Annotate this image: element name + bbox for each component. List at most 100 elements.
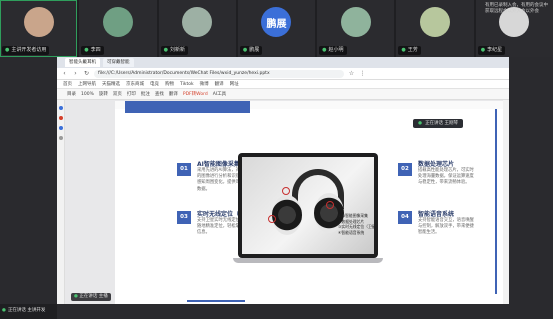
browser-tabbar: 智能头戴耳机 可穿戴智能: [57, 57, 509, 68]
meeting-notice: 有用已录制入会，有用的会议中获取远程会以外入会以外会: [485, 3, 548, 14]
feature-desc: 支持智能语音交互，语音唤醒与控制，解放双手，带来便捷智能生活。: [418, 218, 474, 236]
speaking-tag: ● 正在讲话 主播: [71, 293, 111, 301]
mic-icon: ●: [242, 47, 248, 53]
star-icon[interactable]: ☆: [348, 70, 355, 77]
bookmark-item[interactable]: 网址: [230, 81, 239, 87]
feature-number: 01: [177, 163, 191, 176]
callout-marker: [326, 201, 334, 209]
participant-name-text: 鹏展: [249, 47, 260, 53]
product-laptop-image: ①AI智能图像采集 ②数据处理芯片 ③实时无线定位（卫星） ④智能语音系统: [233, 153, 383, 268]
participant-tile[interactable]: ● 主讲开发者访用: [0, 0, 78, 57]
feature-title: 数据处理芯片: [418, 161, 455, 168]
mic-icon: ●: [163, 47, 168, 53]
pdf-toolbar: 目录 100% 旋转 双页 打印 批注 查找 翻译 PDF转Word AI工具: [57, 89, 509, 100]
participant-name: ● 王芳: [398, 46, 421, 55]
bookmark-item[interactable]: 天猫精选: [102, 81, 120, 87]
bookmarks-bar: 首页 上网导航 天猫精选 京东商城 电竞 购物 Tiktok 微博 翻译 网址: [57, 80, 509, 89]
mic-icon: ●: [418, 121, 423, 126]
pdf-toolbar-item[interactable]: AI工具: [213, 91, 226, 97]
mic-icon: ●: [322, 47, 327, 53]
bookmark-item[interactable]: 翻译: [215, 81, 224, 87]
shared-screen: 智能头戴耳机 可穿戴智能 ‹ › ↻ file:///C:/Users/Admi…: [57, 57, 509, 304]
callout-marker: [268, 215, 276, 223]
participant-name: ● 赵小明: [319, 46, 347, 55]
product-callouts: ①AI智能图像采集 ②数据处理芯片 ③实时无线定位（卫星） ④智能语音系统: [338, 213, 380, 235]
speaker-name: 正在讲话 王刚琴: [425, 121, 458, 126]
rail-dot-icon[interactable]: [58, 126, 63, 130]
bookmark-item[interactable]: 电竞: [150, 81, 159, 87]
mic-icon: ●: [480, 47, 486, 53]
mic-icon: ●: [84, 47, 89, 53]
forward-icon[interactable]: ›: [72, 70, 79, 77]
pdf-toolbar-item[interactable]: 打印: [127, 91, 136, 97]
slide-accent: [125, 101, 250, 113]
mic-icon: ●: [5, 47, 10, 53]
bookmark-item[interactable]: 微博: [200, 81, 209, 87]
feature-number: 02: [398, 163, 412, 176]
pdf-toolbar-item[interactable]: PDF转Word: [183, 91, 208, 97]
participant-tile[interactable]: ● 赵小明: [317, 0, 395, 57]
bookmark-item[interactable]: 上网导航: [78, 81, 96, 87]
pdf-toolbar-item[interactable]: 目录: [67, 91, 76, 97]
callout-label: ③实时无线定位（卫星）: [338, 224, 380, 229]
feature-desc: 搭载高性能处理芯片，可实时处理海量数据，保证运算速度与稳定性，带来流畅体验。: [418, 168, 474, 186]
pdf-toolbar-item[interactable]: 批注: [141, 91, 150, 97]
avatar: [102, 7, 133, 37]
participant-name-text: 主讲开发者访用: [11, 47, 47, 53]
pdf-toolbar-item[interactable]: 查找: [155, 91, 164, 97]
pdf-toolbar-item[interactable]: 100%: [81, 92, 94, 97]
self-preview: ● 正在讲话 主讲开发: [0, 304, 57, 319]
rail-dot-icon[interactable]: [58, 106, 63, 110]
url-field[interactable]: file:///C:/Users/Administrator/Documents…: [94, 69, 344, 78]
callout-label: ④智能语音系统: [338, 229, 365, 235]
pdf-toolbar-item[interactable]: 翻译: [169, 91, 178, 97]
feature-title: 智能语音系统: [418, 211, 455, 218]
participant-tile[interactable]: ● 王芳: [396, 0, 474, 57]
pdf-toolbar-item[interactable]: 旋转: [99, 91, 108, 97]
back-icon[interactable]: ‹: [61, 70, 68, 77]
bookmark-item[interactable]: 购物: [165, 81, 174, 87]
meeting-window: ● 主讲开发者访用 ● 李四 ● 刘新新 鹏展 ● 鹏展 ● 赵小明 ● 王芳 ● 李纪星 有用已录制入会，…: [0, 0, 553, 319]
scrollbar[interactable]: [503, 100, 509, 304]
participant-tile[interactable]: ● 刘新新: [158, 0, 236, 57]
feature-number: 03: [177, 211, 191, 224]
participant-name-text: 李四: [90, 47, 101, 53]
side-rail: [57, 100, 65, 304]
speaking-tag-text: 正在讲话 主播: [79, 294, 108, 299]
participant-tile[interactable]: 鹏展 ● 鹏展: [237, 0, 316, 57]
browser-tab[interactable]: 可穿戴智能: [103, 58, 134, 67]
participant-name: ● 鹏展: [239, 46, 263, 55]
headphone-cup: [272, 195, 302, 235]
browser-tab[interactable]: 智能头戴耳机: [65, 58, 100, 67]
bookmark-item[interactable]: 京东商城: [126, 81, 144, 87]
rail-dot-icon[interactable]: [58, 136, 63, 140]
mic-icon: ●: [401, 47, 406, 53]
menu-icon[interactable]: ⋮: [359, 70, 366, 77]
participant-tile[interactable]: ● 李四: [79, 0, 157, 57]
laptop-base: [233, 258, 383, 263]
bookmark-item[interactable]: Tiktok: [180, 82, 194, 87]
bookmark-item[interactable]: 首页: [63, 81, 72, 87]
participant-name-text: 王芳: [407, 47, 418, 53]
participant-name: ● 刘新新: [160, 46, 188, 55]
avatar: [340, 7, 371, 37]
mic-icon: ●: [74, 294, 78, 299]
reload-icon[interactable]: ↻: [83, 70, 90, 77]
slide-accent-line: [187, 300, 245, 302]
participant-strip: ● 主讲开发者访用 ● 李四 ● 刘新新 鹏展 ● 鹏展 ● 赵小明 ● 王芳 ● 李纪星: [0, 0, 553, 57]
pdf-toolbar-item[interactable]: 双页: [113, 91, 122, 97]
avatar: 鹏展: [261, 7, 292, 37]
participant-name: ● 李四: [81, 46, 104, 55]
participant-name: ● 李纪星: [477, 46, 506, 55]
mic-icon: ●: [2, 308, 6, 313]
participant-name-text: 李纪星: [487, 47, 503, 53]
slide-accent-line: [495, 109, 497, 294]
address-bar: ‹ › ↻ file:///C:/Users/Administrator/Doc…: [57, 68, 509, 80]
participant-name-text: 赵小明: [328, 47, 344, 53]
callout-marker: [282, 187, 290, 195]
rail-dot-icon[interactable]: [58, 116, 63, 120]
slide-page: ● 正在讲话 王刚琴 01 AI智能图像采集 采用先进的AI算法，对环境中的图像进…: [115, 101, 503, 304]
self-nameplate: ● 正在讲话 主讲开发: [2, 307, 45, 313]
avatar: [182, 7, 213, 37]
avatar: [23, 7, 54, 37]
